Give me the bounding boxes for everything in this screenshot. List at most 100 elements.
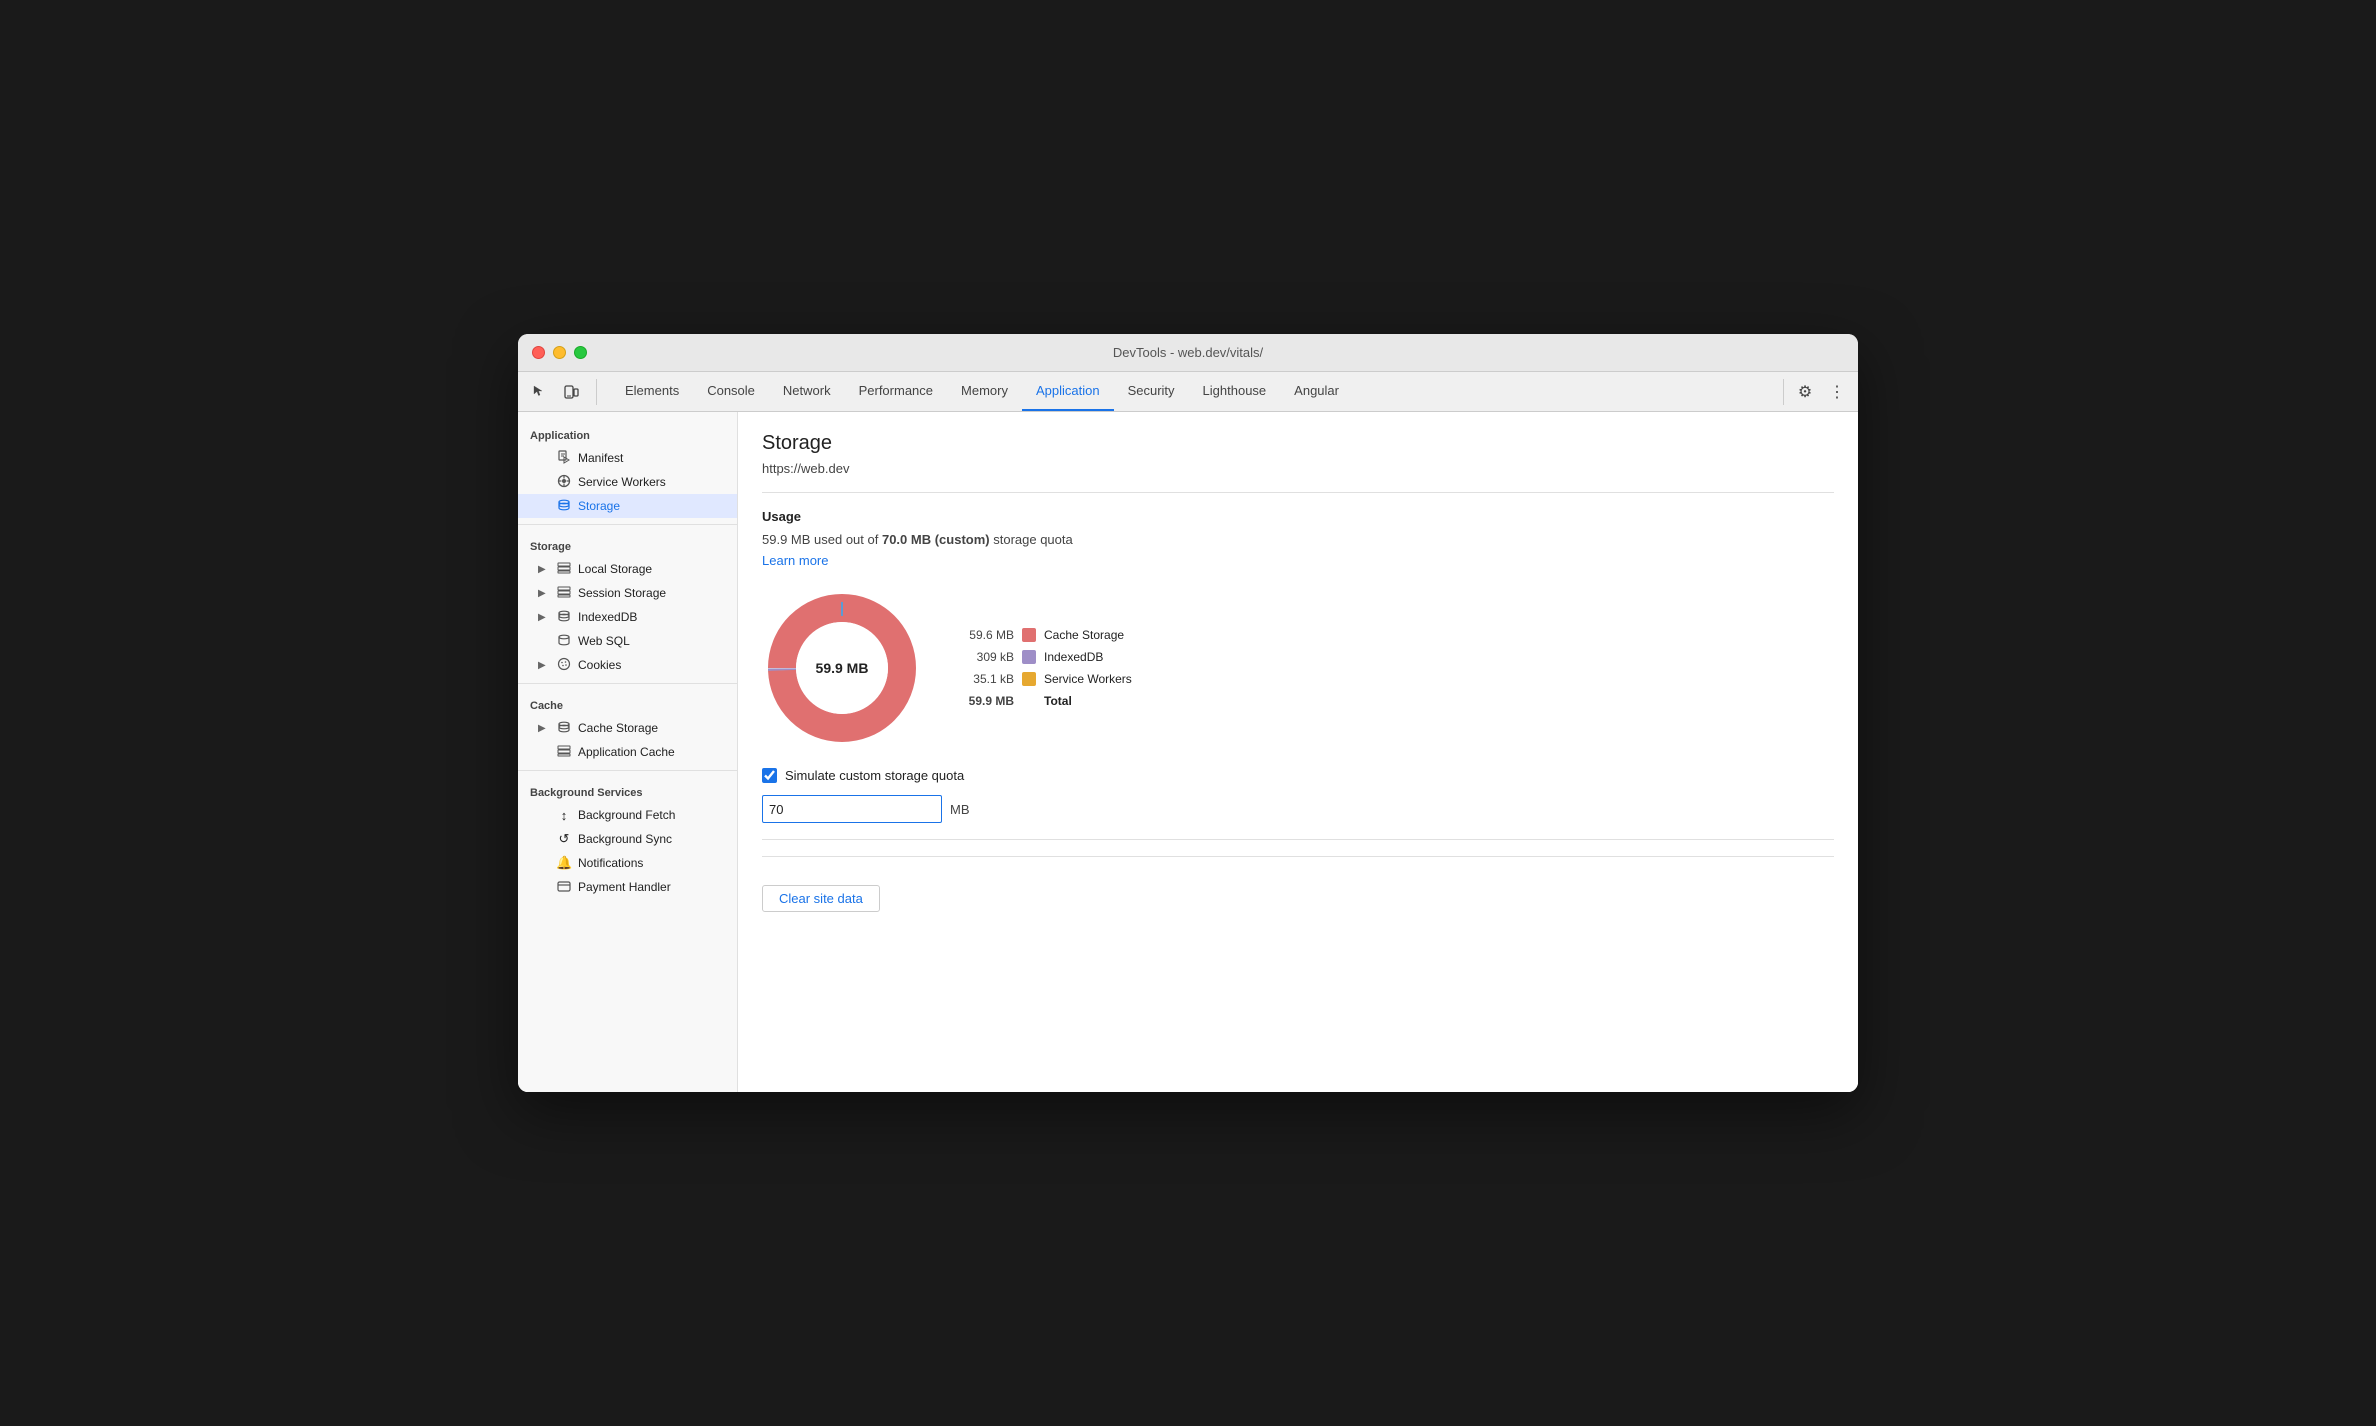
expand-arrow-indexeddb: ▶: [538, 612, 550, 623]
sidebar-item-service-workers[interactable]: Service Workers: [518, 470, 737, 494]
legend-row-cache-storage: 59.6 MB Cache Storage: [954, 628, 1132, 642]
quota-input[interactable]: [762, 795, 942, 823]
chart-legend: 59.6 MB Cache Storage 309 kB IndexedDB 3…: [954, 628, 1132, 708]
legend-color-cache: [1022, 628, 1036, 642]
usage-text-after: storage quota: [990, 532, 1073, 547]
indexeddb-icon: [556, 609, 572, 626]
tab-elements[interactable]: Elements: [611, 372, 693, 411]
sidebar-item-manifest[interactable]: Manifest: [518, 446, 737, 470]
legend-row-total: 59.9 MB Total: [954, 694, 1132, 708]
usage-text-before: 59.9 MB used out of: [762, 532, 882, 547]
storage-label: Storage: [578, 499, 620, 513]
quota-unit: MB: [950, 802, 970, 817]
chart-area: 59.9 MB 59.6 MB Cache Storage 309 kB Ind…: [762, 588, 1834, 748]
legend-value-total: 59.9 MB: [954, 694, 1014, 708]
divider-top: [762, 492, 1834, 493]
more-button[interactable]: ⋮: [1824, 379, 1850, 405]
learn-more-link[interactable]: Learn more: [762, 553, 828, 568]
legend-color-indexed: [1022, 650, 1036, 664]
sidebar-item-notifications[interactable]: 🔔 Notifications: [518, 851, 737, 875]
tab-memory[interactable]: Memory: [947, 372, 1022, 411]
settings-button[interactable]: ⚙: [1792, 379, 1818, 405]
sidebar-item-bg-sync[interactable]: ↺ Background Sync: [518, 827, 737, 851]
sidebar-item-local-storage[interactable]: ▶ Local Storage: [518, 557, 737, 581]
divider-1: [518, 524, 737, 525]
storage-icon: [556, 498, 572, 515]
simulate-label[interactable]: Simulate custom storage quota: [785, 768, 964, 783]
usage-text: 59.9 MB used out of 70.0 MB (custom) sto…: [762, 532, 1834, 547]
web-sql-label: Web SQL: [578, 634, 630, 648]
traffic-lights: [532, 346, 587, 359]
close-button[interactable]: [532, 346, 545, 359]
notifications-label: Notifications: [578, 856, 643, 870]
tab-application[interactable]: Application: [1022, 372, 1114, 411]
app-cache-label: Application Cache: [578, 745, 675, 759]
titlebar: DevTools - web.dev/vitals/: [518, 334, 1858, 372]
minimize-button[interactable]: [553, 346, 566, 359]
tab-network[interactable]: Network: [769, 372, 845, 411]
donut-chart: 59.9 MB: [762, 588, 922, 748]
usage-section-title: Usage: [762, 509, 1834, 524]
local-storage-icon: [556, 561, 572, 578]
window-title: DevTools - web.dev/vitals/: [1113, 345, 1263, 360]
legend-value-indexed: 309 kB: [954, 650, 1014, 664]
payment-handler-label: Payment Handler: [578, 880, 671, 894]
payment-handler-icon: [556, 880, 572, 895]
legend-label-cache: Cache Storage: [1044, 628, 1124, 642]
tab-console[interactable]: Console: [693, 372, 769, 411]
sidebar-section-bg-services: Background Services: [518, 777, 737, 803]
app-cache-icon: [556, 744, 572, 761]
service-workers-icon: [556, 474, 572, 491]
legend-row-sw: 35.1 kB Service Workers: [954, 672, 1132, 686]
sidebar-item-cache-storage[interactable]: ▶ Cache Storage: [518, 716, 737, 740]
simulate-checkbox-row: Simulate custom storage quota: [762, 768, 1834, 783]
donut-label: 59.9 MB: [816, 660, 869, 676]
sidebar-item-session-storage[interactable]: ▶ Session Storage: [518, 581, 737, 605]
notifications-icon: 🔔: [556, 855, 572, 871]
cookies-icon: [556, 657, 572, 674]
expand-arrow-cookies: ▶: [538, 660, 550, 671]
divider-2: [518, 683, 737, 684]
expand-arrow-cache: ▶: [538, 723, 550, 734]
bg-fetch-icon: ↕: [556, 808, 572, 823]
sidebar-section-application: Application: [518, 420, 737, 446]
sidebar-item-web-sql[interactable]: Web SQL: [518, 629, 737, 653]
maximize-button[interactable]: [574, 346, 587, 359]
sidebar-item-storage[interactable]: Storage: [518, 494, 737, 518]
tabs-container: Elements Console Network Performance Mem…: [611, 372, 1777, 411]
manifest-icon: [556, 450, 572, 467]
sidebar-item-bg-fetch[interactable]: ↕ Background Fetch: [518, 803, 737, 827]
toolbar-icons: [526, 379, 597, 405]
cookies-label: Cookies: [578, 658, 621, 672]
sidebar-section-storage: Storage: [518, 531, 737, 557]
tab-security[interactable]: Security: [1114, 372, 1189, 411]
legend-label-indexed: IndexedDB: [1044, 650, 1103, 664]
legend-row-indexeddb: 309 kB IndexedDB: [954, 650, 1132, 664]
legend-color-sw: [1022, 672, 1036, 686]
legend-label-sw: Service Workers: [1044, 672, 1132, 686]
indexeddb-label: IndexedDB: [578, 610, 637, 624]
panel-title: Storage: [762, 432, 1834, 455]
sidebar-item-indexeddb[interactable]: ▶ IndexedDB: [518, 605, 737, 629]
bg-fetch-label: Background Fetch: [578, 808, 675, 822]
sidebar-item-app-cache[interactable]: Application Cache: [518, 740, 737, 764]
tab-lighthouse[interactable]: Lighthouse: [1189, 372, 1281, 411]
sidebar-item-payment-handler[interactable]: Payment Handler: [518, 875, 737, 899]
panel-url: https://web.dev: [762, 461, 1834, 476]
device-toggle-icon[interactable]: [558, 379, 584, 405]
sidebar-item-cookies[interactable]: ▶ Cookies: [518, 653, 737, 677]
inspect-icon[interactable]: [526, 379, 552, 405]
tab-performance[interactable]: Performance: [845, 372, 947, 411]
bottom-section: Clear site data: [762, 856, 1834, 912]
tab-angular[interactable]: Angular: [1280, 372, 1353, 411]
session-storage-label: Session Storage: [578, 586, 666, 600]
bg-sync-icon: ↺: [556, 831, 572, 847]
main-panel: Storage https://web.dev Usage 59.9 MB us…: [738, 412, 1858, 1092]
clear-site-data-button[interactable]: Clear site data: [762, 885, 880, 912]
web-sql-icon: [556, 633, 572, 650]
sidebar-section-cache: Cache: [518, 690, 737, 716]
expand-arrow-session: ▶: [538, 588, 550, 599]
cache-storage-label: Cache Storage: [578, 721, 658, 735]
devtools-window: DevTools - web.dev/vitals/ Elements: [518, 334, 1858, 1092]
simulate-checkbox[interactable]: [762, 768, 777, 783]
